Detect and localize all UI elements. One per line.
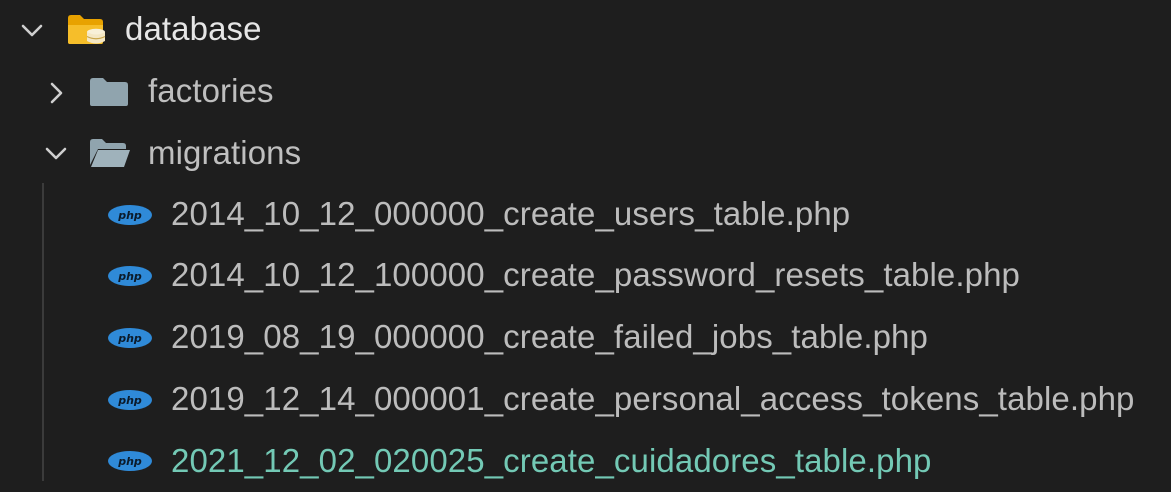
svg-text:php: php <box>117 209 142 222</box>
tree-item-label: 2014_10_12_000000_create_users_table.php <box>171 195 851 232</box>
tree-item-file[interactable]: php 2014_10_12_000000_create_users_table… <box>0 184 1171 246</box>
php-icon: php <box>108 266 152 286</box>
tree-item-label: 2019_12_14_000001_create_personal_access… <box>171 380 1135 417</box>
tree-item-factories[interactable]: factories <box>0 62 1171 124</box>
svg-text:php: php <box>117 270 142 283</box>
file-explorer-tree: database factories migrations php 2014_1… <box>0 0 1171 481</box>
chevron-down-icon[interactable] <box>44 141 68 165</box>
tree-item-database[interactable]: database <box>0 0 1171 62</box>
chevron-right-icon[interactable] <box>44 81 68 105</box>
tree-item-label: factories <box>148 72 274 109</box>
svg-text:php: php <box>117 332 142 345</box>
tree-item-file[interactable]: php 2019_08_19_000000_create_failed_jobs… <box>0 307 1171 369</box>
database-folder-icon <box>68 15 106 44</box>
chevron-down-icon[interactable] <box>20 18 44 42</box>
svg-text:php: php <box>117 394 142 407</box>
folder-icon <box>90 78 128 106</box>
tree-item-label: 2014_10_12_100000_create_password_resets… <box>171 256 1021 293</box>
php-icon: php <box>108 328 152 348</box>
php-icon: php <box>108 390 152 410</box>
tree-item-migrations[interactable]: migrations <box>0 123 1171 185</box>
tree-item-label: 2021_12_02_020025_create_cuidadores_tabl… <box>171 442 932 479</box>
folder-open-icon <box>90 139 130 167</box>
php-icon: php <box>108 451 152 471</box>
php-icon: php <box>108 205 152 225</box>
tree-item-file-untracked[interactable]: php 2021_12_02_020025_create_cuidadores_… <box>0 430 1171 492</box>
tree-item-label: migrations <box>148 134 302 171</box>
svg-text:php: php <box>117 455 142 468</box>
tree-item-file[interactable]: php 2019_12_14_000001_create_personal_ac… <box>0 369 1171 431</box>
tree-item-file[interactable]: php 2014_10_12_100000_create_password_re… <box>0 245 1171 307</box>
tree-item-label: database <box>125 10 262 47</box>
tree-item-label: 2019_08_19_000000_create_failed_jobs_tab… <box>171 318 928 355</box>
